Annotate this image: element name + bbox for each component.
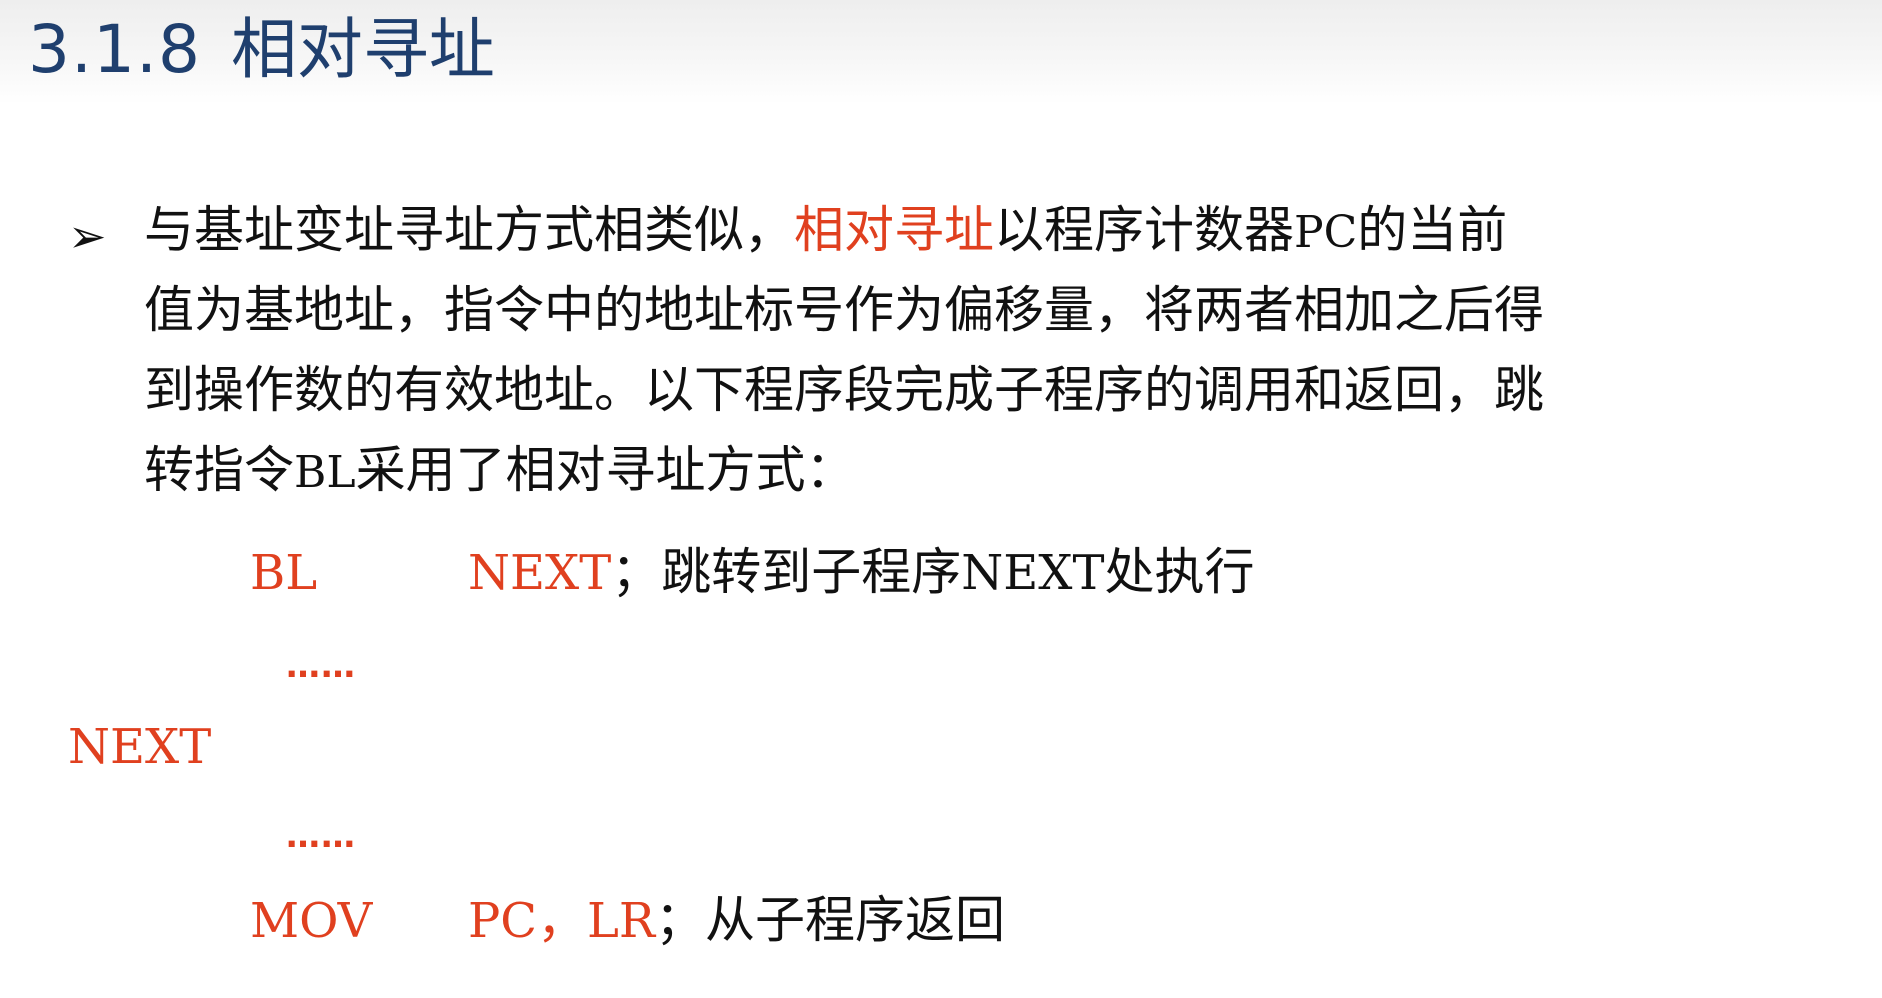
code-separator: ； bbox=[655, 891, 706, 949]
code-operand: PC bbox=[468, 893, 538, 949]
code-comma: ， bbox=[537, 891, 588, 949]
code-line-bl: BL bbox=[250, 532, 317, 613]
bl-term: BL bbox=[294, 447, 356, 498]
code-opcode: BL bbox=[250, 545, 318, 601]
highlight-term: 相对寻址 bbox=[794, 201, 994, 259]
code-separator: ； bbox=[611, 543, 662, 601]
text-segment: 转指令 bbox=[144, 441, 294, 499]
paragraph-line-2: 值为基地址，指令中的地址标号作为偏移量，将两者相加之后得 bbox=[144, 281, 1544, 339]
code-line-bl-operand: NEXT；跳转到子程序NEXT处执行 bbox=[468, 532, 1254, 613]
text-segment: 与基址变址寻址方式相类似， bbox=[144, 201, 794, 259]
text-segment: 采用了相对寻址方式： bbox=[355, 441, 856, 499]
code-comment: 处执行 bbox=[1104, 543, 1255, 601]
page-title: 3.1.8 相对寻址 bbox=[28, 4, 495, 96]
code-label-next: NEXT bbox=[68, 719, 212, 775]
code-comment: 跳转到子程序 bbox=[661, 543, 962, 601]
paragraph-line-1: 与基址变址寻址方式相类似，相对寻址以程序计数器PC的当前 bbox=[144, 190, 1507, 273]
ellipsis-1: …… bbox=[286, 646, 356, 686]
code-operand: NEXT bbox=[468, 545, 612, 601]
code-line-mov-operands: PC，LR；从子程序返回 bbox=[468, 880, 1005, 961]
code-comment: 从子程序返回 bbox=[705, 891, 1006, 949]
code-operand: LR bbox=[587, 893, 656, 949]
ellipsis-2: …… bbox=[286, 816, 356, 856]
code-comment-label: NEXT bbox=[961, 545, 1105, 601]
code-label: NEXT bbox=[68, 706, 211, 787]
code-line-mov: MOV bbox=[250, 880, 372, 961]
section-number: 3.1.8 bbox=[28, 11, 201, 88]
paragraph-line-4: 转指令BL采用了相对寻址方式： bbox=[144, 430, 856, 513]
bullet-arrow-icon: ➢ bbox=[68, 209, 107, 263]
paragraph-line-3: 到操作数的有效地址。以下程序段完成子程序的调用和返回，跳 bbox=[144, 361, 1544, 419]
pc-term: PC bbox=[1294, 207, 1358, 258]
code-opcode: MOV bbox=[250, 893, 373, 949]
text-segment: 的当前 bbox=[1357, 201, 1508, 259]
text-segment: 以程序计数器 bbox=[994, 201, 1294, 259]
section-title: 相对寻址 bbox=[230, 11, 495, 88]
